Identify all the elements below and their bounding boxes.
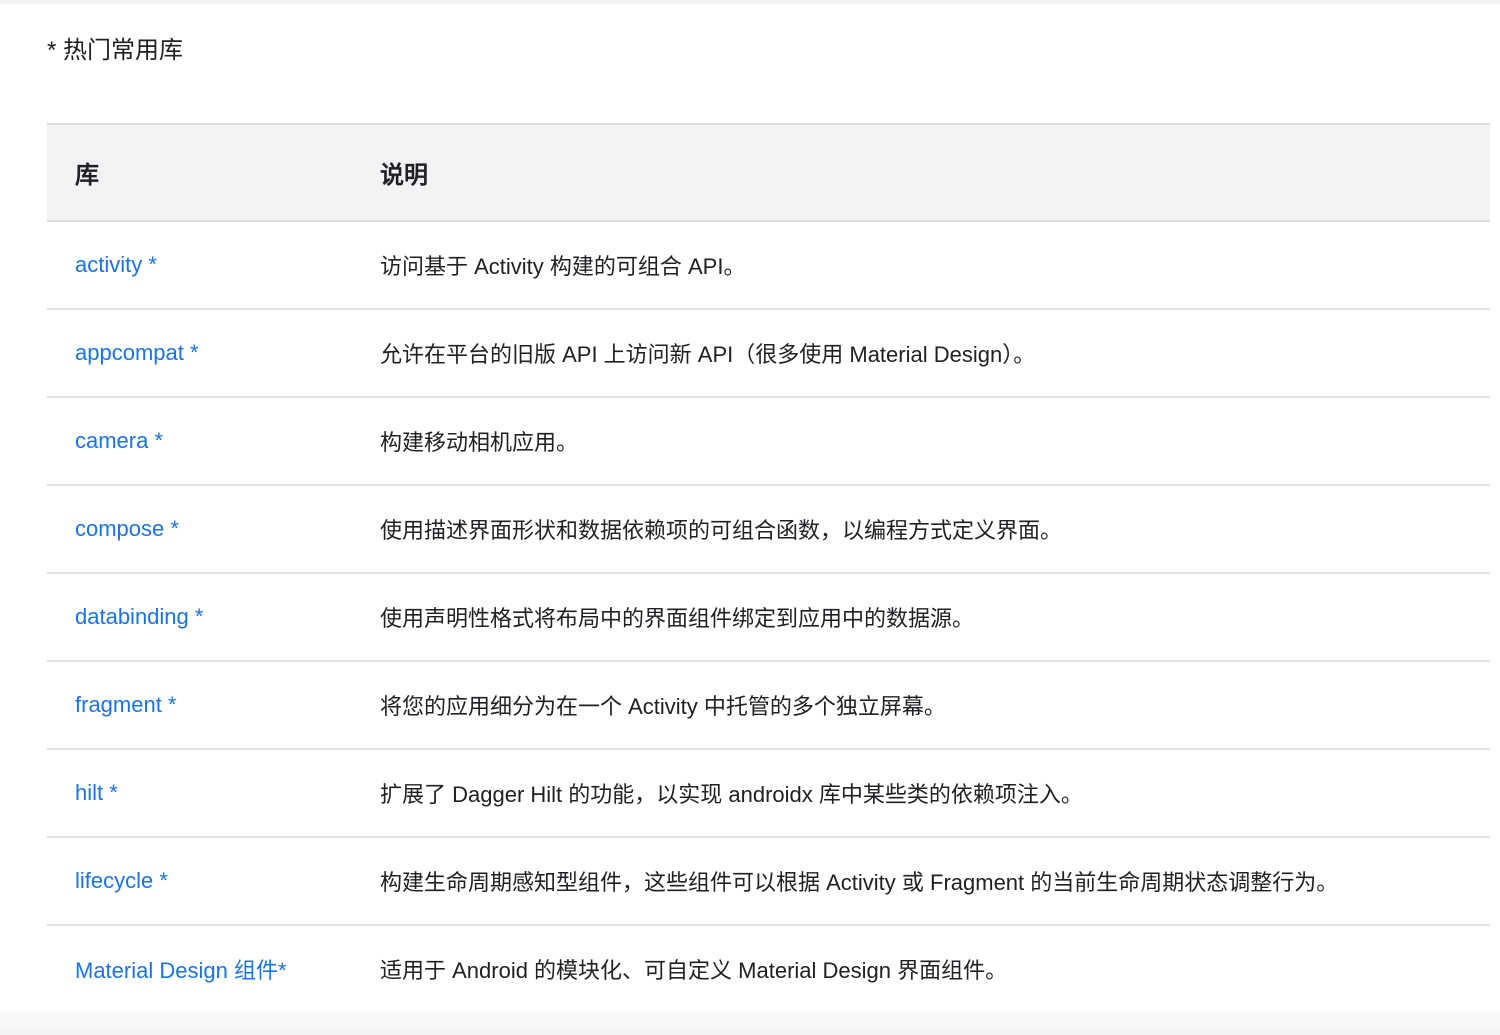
library-cell: camera *	[47, 397, 379, 485]
description-cell: 访问基于 Activity 构建的可组合 API。	[380, 254, 746, 279]
table-row: camera * 构建移动相机应用。	[47, 397, 1490, 485]
description-cell: 使用声明性格式将布局中的界面组件绑定到应用中的数据源。	[380, 606, 975, 631]
library-cell: lifecycle *	[47, 837, 379, 925]
column-header-library: 库	[75, 162, 99, 189]
library-cell: hilt *	[47, 749, 379, 837]
section-heading: * 热门常用库	[47, 37, 184, 64]
table-row: compose * 使用描述界面形状和数据依赖项的可组合函数，以编程方式定义界面。	[47, 485, 1490, 573]
library-link[interactable]: databinding *	[75, 604, 203, 629]
description-cell: 适用于 Android 的模块化、可自定义 Material Design 界面…	[380, 958, 1008, 983]
table-row: appcompat * 允许在平台的旧版 API 上访问新 API（很多使用 Ma…	[47, 309, 1490, 397]
table-row: lifecycle * 构建生命周期感知型组件，这些组件可以根据 Activity…	[47, 837, 1490, 925]
table-row: activity * 访问基于 Activity 构建的可组合 API。	[47, 221, 1490, 309]
library-link[interactable]: camera *	[75, 428, 163, 453]
library-cell: databinding *	[47, 573, 379, 661]
table-row: hilt * 扩展了 Dagger Hilt 的功能，以实现 androidx 库…	[47, 749, 1490, 837]
table-row: databinding * 使用声明性格式将布局中的界面组件绑定到应用中的数据源。	[47, 573, 1490, 661]
column-header-description: 说明	[380, 162, 428, 189]
library-cell: appcompat *	[47, 309, 379, 397]
description-cell: 允许在平台的旧版 API 上访问新 API（很多使用 Material Desi…	[380, 342, 1036, 367]
library-cell: fragment *	[47, 661, 379, 749]
library-cell: Material Design 组件*	[47, 925, 379, 1013]
library-cell: activity *	[47, 221, 379, 309]
description-cell: 扩展了 Dagger Hilt 的功能，以实现 androidx 库中某些类的依…	[380, 782, 1083, 807]
description-cell: 将您的应用细分为在一个 Activity 中托管的多个独立屏幕。	[380, 694, 946, 719]
library-link[interactable]: lifecycle *	[75, 868, 168, 893]
library-link[interactable]: hilt *	[75, 780, 118, 805]
library-link[interactable]: Material Design 组件*	[75, 958, 287, 983]
description-cell: 构建生命周期感知型组件，这些组件可以根据 Activity 或 Fragment…	[380, 870, 1339, 895]
library-link[interactable]: activity *	[75, 252, 157, 277]
library-link[interactable]: appcompat *	[75, 340, 199, 365]
top-edge	[0, 0, 1500, 4]
table-row: fragment * 将您的应用细分为在一个 Activity 中托管的多个独立屏…	[47, 661, 1490, 749]
library-link[interactable]: compose *	[75, 516, 179, 541]
bottom-edge	[0, 1012, 1500, 1035]
library-link[interactable]: fragment *	[75, 692, 177, 717]
library-cell: compose *	[47, 485, 379, 573]
library-table: 库 说明 activity * 访问基于 Activity 构建的可组合 API。…	[47, 123, 1490, 1014]
description-cell: 构建移动相机应用。	[380, 430, 579, 455]
table-header-row: 库 说明	[47, 124, 1490, 221]
table-row: Material Design 组件* 适用于 Android 的模块化、可自定义…	[47, 925, 1490, 1013]
description-cell: 使用描述界面形状和数据依赖项的可组合函数，以编程方式定义界面。	[380, 518, 1063, 543]
